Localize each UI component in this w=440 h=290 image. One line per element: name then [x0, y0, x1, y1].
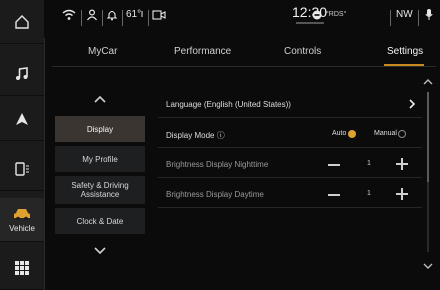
navigation-arrow-icon	[16, 112, 28, 125]
radio-source-icon	[312, 10, 322, 20]
tab-bar: MyCar Performance Controls Settings	[52, 38, 436, 64]
left-rail: Vehicle	[0, 0, 45, 290]
submenu-label: My Profile	[82, 154, 118, 164]
daytime-decrease-button[interactable]	[328, 194, 340, 196]
tab-mycar[interactable]: MyCar	[88, 46, 117, 57]
tab-divider	[52, 66, 436, 67]
compass-heading: NW	[396, 9, 413, 20]
display-mode-row: Display Mode ⓘ Auto Manual	[158, 122, 422, 148]
tab-performance[interactable]: Performance	[174, 46, 231, 57]
language-row[interactable]: Language (English (United States))	[158, 92, 422, 118]
active-tab-indicator	[384, 64, 424, 66]
submenu-item-my-profile[interactable]: My Profile	[55, 146, 145, 172]
bell-icon	[106, 10, 118, 21]
scrollbar-thumb[interactable]	[427, 92, 429, 182]
thermometer-icon	[141, 11, 143, 17]
brightness-nighttime-row: Brightness Display Nighttime 1	[158, 152, 422, 178]
submenu-item-safety-driving-assistance[interactable]: Safety & Driving Assistance	[55, 176, 145, 204]
home-icon	[15, 14, 29, 29]
infotainment-screen: Vehicle 61° 12:30 °RDS° NW MyCar Perform…	[0, 0, 440, 290]
manual-radio[interactable]	[398, 130, 406, 138]
outside-temperature: 61°	[126, 9, 142, 20]
navigation-button[interactable]	[0, 97, 44, 141]
chevron-up-icon[interactable]	[92, 94, 108, 106]
language-label: Language (English (United States))	[166, 100, 291, 109]
chevron-right-icon	[409, 99, 416, 109]
scroll-up-icon[interactable]	[423, 78, 433, 86]
vehicle-button[interactable]: Vehicle	[0, 198, 44, 242]
microphone-icon	[425, 9, 433, 20]
brightness-nighttime-label: Brightness Display Nighttime	[166, 160, 269, 169]
nighttime-value: 1	[367, 160, 371, 167]
auto-radio[interactable]	[348, 130, 356, 138]
scroll-down-icon[interactable]	[423, 262, 433, 270]
auto-option-label: Auto	[332, 130, 347, 137]
nighttime-increase-button[interactable]	[396, 158, 408, 170]
apps-button[interactable]	[0, 246, 44, 290]
wifi-icon	[62, 9, 76, 20]
car-icon	[14, 209, 30, 221]
vehicle-label: Vehicle	[9, 224, 35, 233]
chevron-down-icon[interactable]	[92, 244, 108, 256]
apps-grid-icon	[15, 260, 29, 275]
clock-underline	[296, 22, 324, 24]
camera-icon	[152, 10, 166, 20]
tab-settings[interactable]: Settings	[387, 46, 423, 57]
daytime-value: 1	[367, 190, 371, 197]
submenu-item-clock-date[interactable]: Clock & Date	[55, 208, 145, 234]
submenu-label: Safety & Driving Assistance	[71, 181, 129, 199]
tab-controls[interactable]: Controls	[284, 46, 321, 57]
brightness-daytime-label: Brightness Display Daytime	[166, 190, 264, 199]
brightness-daytime-row: Brightness Display Daytime 1	[158, 182, 422, 208]
manual-option-label: Manual	[374, 130, 397, 137]
submenu-label: Display	[86, 124, 114, 134]
phone-button[interactable]	[0, 147, 44, 191]
user-profile-icon	[87, 9, 97, 21]
music-note-icon	[16, 66, 28, 80]
radio-station: °RDS°	[326, 11, 347, 18]
submenu-item-display[interactable]: Display	[55, 116, 145, 142]
submenu-label: Clock & Date	[76, 216, 124, 226]
media-button[interactable]	[0, 52, 44, 96]
status-bar: 61° 12:30 °RDS° NW	[44, 0, 440, 38]
nighttime-decrease-button[interactable]	[328, 164, 340, 166]
daytime-increase-button[interactable]	[396, 188, 408, 200]
display-mode-label: Display Mode ⓘ	[166, 131, 225, 140]
phone-icon	[15, 161, 29, 176]
home-button[interactable]	[0, 0, 44, 44]
